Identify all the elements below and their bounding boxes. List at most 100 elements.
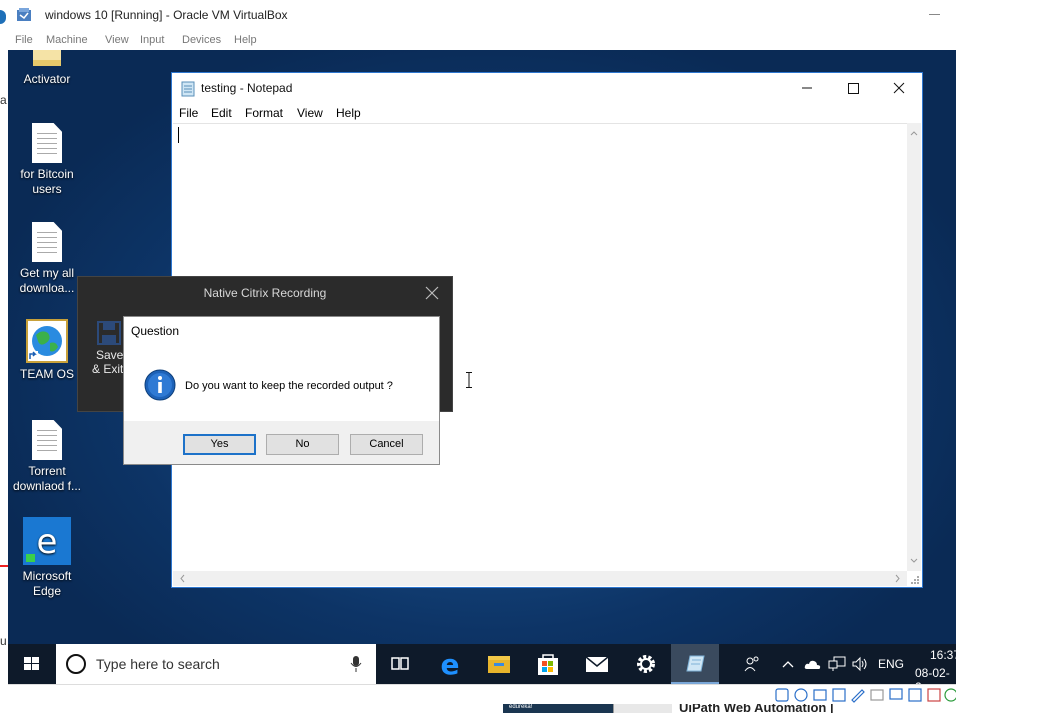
notepad-menu-file[interactable]: File bbox=[179, 106, 198, 120]
scroll-down-icon[interactable] bbox=[907, 554, 921, 568]
desktop-icon-label: Get my all downloa... bbox=[19, 266, 75, 295]
onedrive-cloud-icon[interactable] bbox=[804, 657, 822, 671]
globe-shortcut-icon bbox=[26, 319, 68, 363]
store-icon bbox=[538, 654, 558, 675]
scroll-up-icon[interactable] bbox=[907, 126, 921, 140]
question-dialog: Question Do you want to keep the recorde… bbox=[123, 316, 440, 465]
virtualbox-window-title: windows 10 [Running] - Oracle VM Virtual… bbox=[45, 8, 288, 22]
virtualbox-icon bbox=[17, 8, 31, 21]
edge-icon: e bbox=[441, 648, 460, 681]
virtualbox-device-icons bbox=[775, 688, 956, 703]
taskbar-mail-button[interactable] bbox=[573, 644, 621, 684]
microphone-icon[interactable] bbox=[350, 655, 362, 673]
notepad-icon bbox=[686, 655, 705, 672]
desktop-icon-label: Activator bbox=[23, 72, 71, 86]
windows-logo-icon bbox=[24, 657, 39, 670]
edge-icon: e bbox=[23, 517, 71, 565]
host-thumbnail: edureka! bbox=[503, 704, 613, 713]
chevron-up-icon[interactable] bbox=[781, 657, 795, 671]
folder-icon bbox=[488, 656, 510, 673]
resize-grip-icon[interactable] bbox=[908, 573, 920, 585]
horizontal-scrollbar[interactable] bbox=[173, 571, 907, 586]
cortana-circle-icon bbox=[66, 654, 86, 674]
svg-text:e: e bbox=[441, 648, 460, 681]
people-icon[interactable] bbox=[743, 655, 761, 673]
close-icon bbox=[893, 82, 905, 94]
desktop-icon-get-my-all-downloads[interactable]: Get my all downloa... bbox=[8, 222, 86, 296]
host-edge-red-mark bbox=[0, 565, 8, 567]
clock-time[interactable]: 16:37 bbox=[930, 648, 960, 662]
desktop-icon-label: for Bitcoin users bbox=[20, 167, 74, 196]
notepad-menu-view[interactable]: View bbox=[297, 106, 323, 120]
vb-menu-view[interactable]: View bbox=[105, 34, 129, 46]
virtualbox-status-bar bbox=[8, 684, 956, 705]
language-indicator[interactable]: ENG bbox=[878, 657, 904, 671]
gear-icon bbox=[637, 655, 655, 673]
notepad-menu-help[interactable]: Help bbox=[336, 106, 361, 120]
host-edge-accent bbox=[0, 10, 6, 24]
taskbar-store-button[interactable] bbox=[524, 644, 572, 684]
desktop-icon-microsoft-edge[interactable]: e Microsoft Edge bbox=[8, 517, 86, 599]
desktop-icon-label: Microsoft Edge bbox=[22, 569, 72, 598]
text-caret bbox=[178, 127, 179, 143]
host-bottom-strip: edureka! UiPath Web Automation | bbox=[503, 704, 956, 713]
virtualbox-titlebar: windows 10 [Running] - Oracle VM Virtual… bbox=[8, 0, 956, 31]
close-icon[interactable] bbox=[425, 286, 439, 300]
minimize-button[interactable] bbox=[784, 73, 830, 104]
minimize-button[interactable] bbox=[928, 6, 942, 20]
desktop-icon-label: TEAM OS bbox=[19, 367, 74, 381]
vertical-scrollbar[interactable] bbox=[907, 123, 921, 571]
windows-taskbar: Type here to search e ENG 16:37 08-02- bbox=[8, 644, 960, 694]
desktop-icon-for-bitcoin-users[interactable]: for Bitcoin users bbox=[8, 123, 86, 197]
question-dialog-title: Question bbox=[131, 324, 180, 338]
yes-button[interactable]: Yes bbox=[183, 434, 256, 455]
save-icon bbox=[97, 321, 121, 345]
info-icon bbox=[144, 369, 176, 401]
notepad-menu-edit[interactable]: Edit bbox=[211, 106, 232, 120]
vb-menu-file[interactable]: File bbox=[15, 34, 33, 46]
vb-menu-machine[interactable]: Machine bbox=[46, 34, 88, 46]
citrix-dialog-title: Native Citrix Recording bbox=[203, 286, 327, 300]
host-edge-char: u bbox=[0, 634, 7, 648]
network-icon[interactable] bbox=[828, 656, 846, 672]
text-cursor-icon bbox=[466, 372, 472, 388]
desktop-icon-label: Torrent downlaod f... bbox=[12, 464, 82, 493]
minimize-icon bbox=[802, 87, 812, 89]
desktop-icon-torrent-download[interactable]: Torrent downlaod f... bbox=[8, 420, 86, 494]
taskbar-notepad-button[interactable] bbox=[671, 644, 719, 684]
taskbar-file-explorer-button[interactable] bbox=[475, 644, 523, 684]
host-bottom-title[interactable]: UiPath Web Automation | bbox=[679, 704, 834, 713]
notepad-menubar: File Edit Format View Help bbox=[172, 104, 922, 123]
no-button[interactable]: No bbox=[266, 434, 339, 455]
start-button[interactable] bbox=[8, 644, 55, 684]
maximize-button[interactable] bbox=[830, 73, 876, 104]
save-exit-label-line2: & Exit bbox=[92, 362, 124, 376]
save-exit-label-line1: Save bbox=[96, 348, 124, 362]
vb-menu-input[interactable]: Input bbox=[140, 34, 164, 46]
taskbar-settings-button[interactable] bbox=[622, 644, 670, 684]
close-button[interactable] bbox=[876, 73, 922, 104]
vb-menu-devices[interactable]: Devices bbox=[182, 34, 221, 46]
question-message: Do you want to keep the recorded output … bbox=[185, 380, 393, 392]
scroll-left-icon[interactable] bbox=[175, 571, 189, 586]
taskbar-search-box[interactable]: Type here to search bbox=[56, 644, 376, 684]
taskbar-edge-button[interactable]: e bbox=[426, 644, 474, 684]
search-placeholder: Type here to search bbox=[96, 656, 220, 672]
notepad-title: testing - Notepad bbox=[201, 81, 293, 95]
notepad-menu-format[interactable]: Format bbox=[245, 106, 283, 120]
text-document-icon bbox=[32, 222, 62, 262]
desktop-icon-team-os[interactable]: TEAM OS bbox=[8, 319, 86, 382]
mail-icon bbox=[585, 656, 609, 672]
host-thumbnail-text: edureka! bbox=[509, 704, 533, 710]
vb-menu-help[interactable]: Help bbox=[234, 34, 257, 46]
save-and-exit-button[interactable]: Save & Exit bbox=[90, 349, 123, 376]
host-edge-char: a bbox=[0, 93, 7, 107]
speaker-icon[interactable] bbox=[852, 656, 870, 672]
task-view-button[interactable] bbox=[376, 644, 424, 684]
cancel-button[interactable]: Cancel bbox=[350, 434, 423, 455]
text-document-icon bbox=[32, 420, 62, 460]
desktop-icon-activator[interactable]: Activator bbox=[8, 50, 86, 87]
notepad-titlebar: testing - Notepad bbox=[172, 73, 922, 104]
scroll-right-icon[interactable] bbox=[891, 571, 905, 586]
host-thumbnail-2 bbox=[613, 704, 672, 713]
